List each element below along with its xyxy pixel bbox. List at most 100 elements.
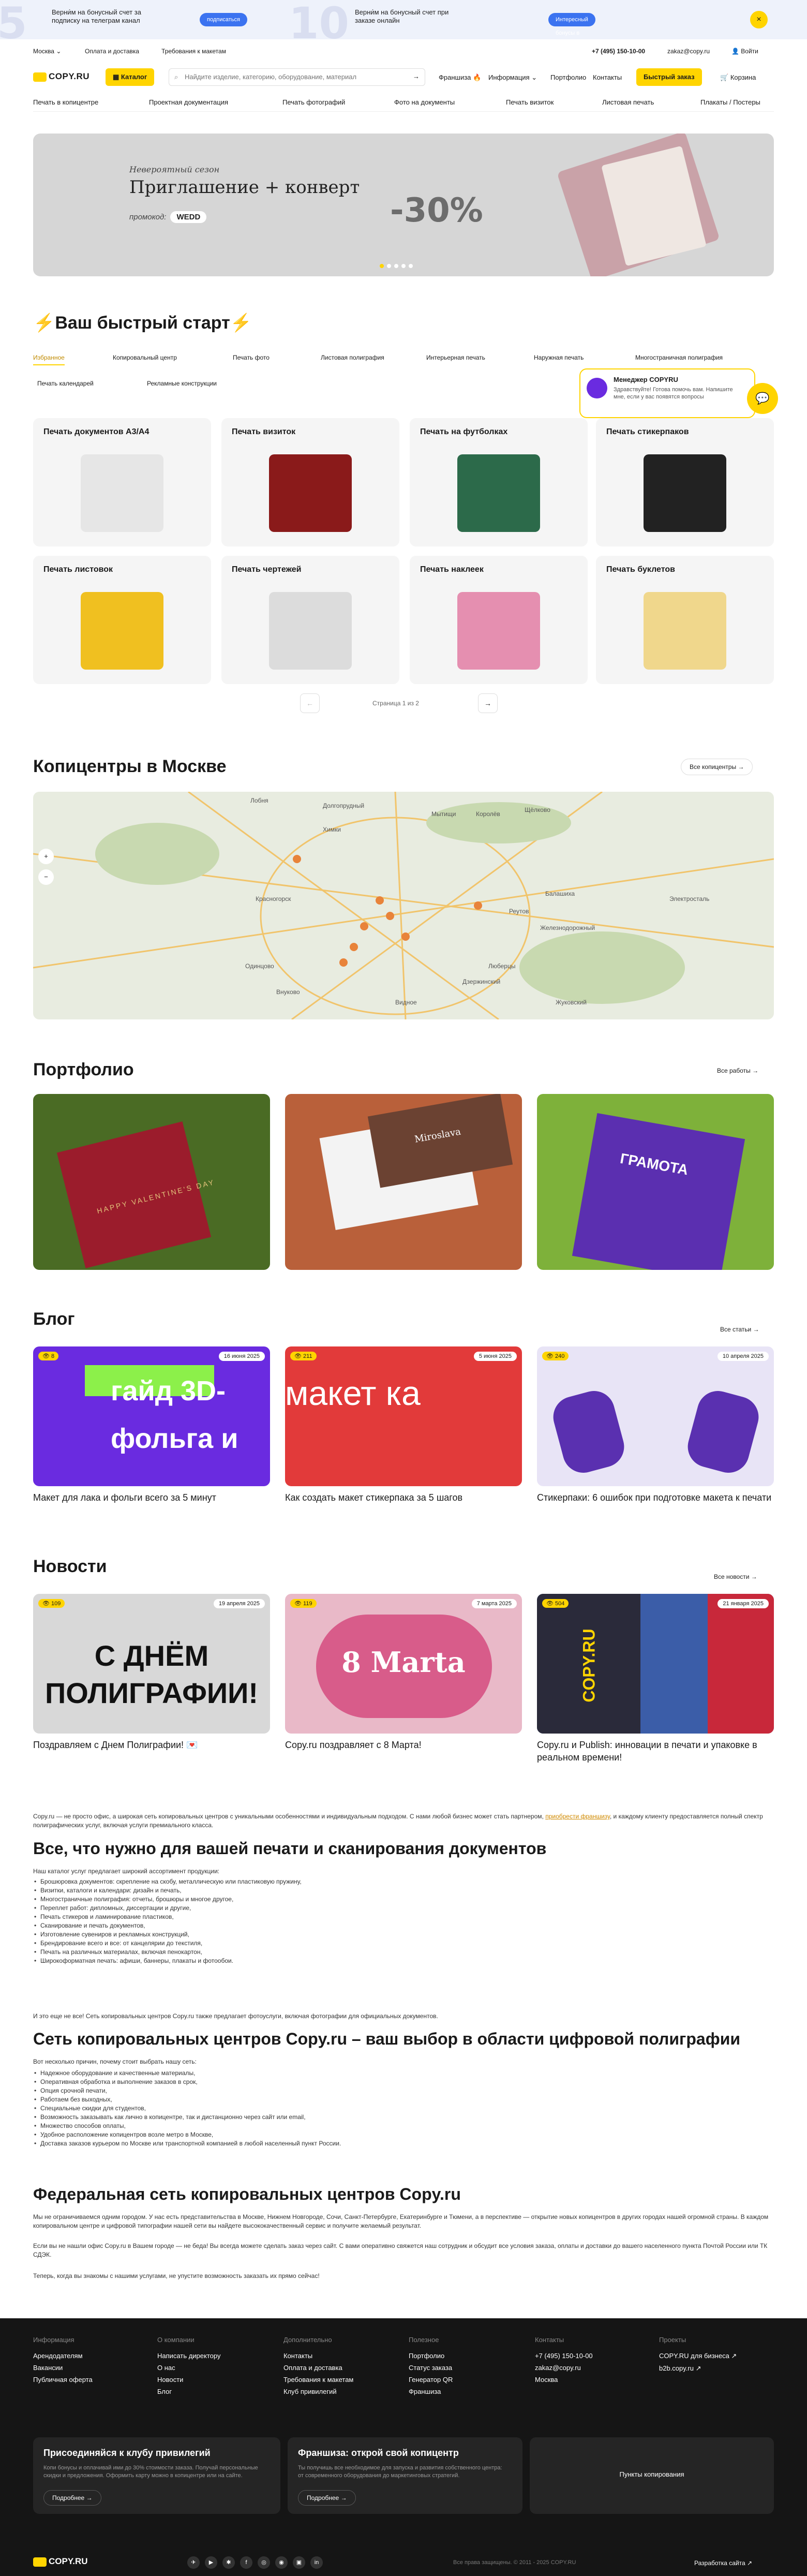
instagram-icon[interactable]: ◎ xyxy=(258,2556,270,2569)
footer-link[interactable]: Написать директору xyxy=(157,2352,220,2360)
service-link[interactable]: Проектная документация xyxy=(149,98,228,106)
vk-icon[interactable]: ▣ xyxy=(293,2556,305,2569)
close-icon[interactable]: × xyxy=(750,11,768,28)
footer-link[interactable]: Генератор QR xyxy=(409,2376,453,2383)
facebook-icon[interactable]: f xyxy=(240,2556,252,2569)
catalog-button[interactable]: ▦ Каталог xyxy=(106,68,155,86)
blog-card[interactable]: гайд 3D-фольга и 👁 8 16 июня 2025 Макет … xyxy=(33,1346,270,1504)
product-card[interactable]: Печать листовок xyxy=(33,556,211,684)
bonus-button[interactable]: Интересный бонусы в следующих заказах! xyxy=(548,13,595,36)
footer-link[interactable]: Оплата и доставка xyxy=(283,2364,353,2372)
tab-favorites[interactable]: Избранное xyxy=(33,354,65,365)
tab-photo[interactable]: Печать фото xyxy=(233,354,270,361)
info-menu[interactable]: Информация ⌄ xyxy=(488,73,537,82)
manager-chat-popup[interactable]: Менеджер COPYRU Здравствуйте! Готова пом… xyxy=(579,368,755,418)
arrow-right-icon[interactable]: → xyxy=(413,72,420,80)
footer-link[interactable]: Блог xyxy=(157,2388,220,2395)
tab-sheet[interactable]: Листовая полиграфия xyxy=(321,354,384,361)
footer-link[interactable]: b2b.copy.ru ↗ xyxy=(659,2364,737,2373)
list-item: Печать на различных материалах, включая … xyxy=(33,1948,774,1957)
footer-link[interactable]: Клуб привилегий xyxy=(283,2388,353,2395)
footer-link[interactable]: Контакты xyxy=(283,2352,353,2360)
youtube-icon[interactable]: ▶ xyxy=(205,2556,217,2569)
footer-link[interactable]: +7 (495) 150-10-00 xyxy=(535,2352,593,2360)
footer-link[interactable]: Новости xyxy=(157,2376,220,2383)
hero-banner[interactable]: Невероятный сезон Приглашение + конверт … xyxy=(33,134,774,276)
phone-link[interactable]: +7 (495) 150-10-00 xyxy=(592,48,645,55)
franchise-link[interactable]: Франшиза 🔥 xyxy=(439,73,481,82)
login-link[interactable]: 👤 Войти xyxy=(731,48,758,55)
footer-link[interactable]: Франшиза xyxy=(409,2388,453,2395)
blog-card[interactable]: макет ка 👁 211 5 июня 2025 Как создать м… xyxy=(285,1346,522,1504)
service-link[interactable]: Плакаты / Постеры xyxy=(700,98,760,106)
service-link[interactable]: Печать в копицентре xyxy=(33,98,98,106)
footer-link[interactable]: zakaz@copy.ru xyxy=(535,2364,593,2372)
chat-icon[interactable]: 💬 xyxy=(747,383,778,414)
footer-link[interactable]: Москва xyxy=(535,2376,593,2383)
all-works-link[interactable]: Все работы → xyxy=(717,1067,758,1074)
pinterest-icon[interactable]: ◉ xyxy=(275,2556,288,2569)
linkedin-icon[interactable]: in xyxy=(310,2556,323,2569)
map[interactable]: Долгопрудный Мытищи Королёв Щёлково Химк… xyxy=(33,792,774,1019)
tab-outdoor[interactable]: Наружная печать xyxy=(534,354,584,361)
product-card[interactable]: Печать стикерпаков xyxy=(596,418,774,546)
city-selector[interactable]: Москва ⌄ xyxy=(33,48,61,55)
portfolio-link[interactable]: Портфолио xyxy=(550,73,586,81)
telegram-icon[interactable]: ✈ xyxy=(187,2556,200,2569)
news-card[interactable]: С ДНЁМ ПОЛИГРАФИИ! 👁 109 19 апреля 2025 … xyxy=(33,1594,270,1751)
all-news-link[interactable]: Все новости → xyxy=(714,1573,757,1580)
tab-calendars[interactable]: Печать календарей xyxy=(37,380,94,387)
footer-link[interactable]: Требования к макетам xyxy=(283,2376,353,2383)
dzen-icon[interactable]: ✱ xyxy=(222,2556,235,2569)
product-card[interactable]: Печать на футболках xyxy=(410,418,588,546)
cart-link[interactable]: 🛒 Корзина xyxy=(720,73,756,82)
service-link[interactable]: Печать фотографий xyxy=(282,98,345,106)
footer-logo[interactable]: COPY.RU xyxy=(33,2556,88,2567)
next-page-button[interactable]: → xyxy=(478,693,498,713)
all-articles-link[interactable]: Все статьи → xyxy=(720,1326,759,1333)
zoom-in-button[interactable]: + xyxy=(38,849,54,864)
points-box[interactable]: Пункты копирования xyxy=(530,2437,774,2514)
portfolio-item[interactable]: Miroslava xyxy=(285,1094,522,1270)
carousel-dots[interactable] xyxy=(380,262,416,270)
portfolio-item[interactable]: HAPPY VALENTINE'S DAY xyxy=(33,1094,270,1270)
franchise-more-button[interactable]: Подробнее → xyxy=(298,2490,356,2506)
footer-link[interactable]: О нас xyxy=(157,2364,220,2372)
footer-link[interactable]: Арендодателям xyxy=(33,2352,93,2360)
product-card[interactable]: Печать наклеек xyxy=(410,556,588,684)
news-card[interactable]: 8 Marta 👁 119 7 марта 2025 Copy.ru поздр… xyxy=(285,1594,522,1751)
all-copycenters-button[interactable]: Все копицентры → xyxy=(681,759,753,775)
search-input[interactable] xyxy=(185,73,402,81)
prev-page-button[interactable]: ← xyxy=(300,693,320,713)
news-card[interactable]: COPY.RU 👁 504 21 января 2025 Copy.ru и P… xyxy=(537,1594,774,1764)
footer-link[interactable]: Статус заказа xyxy=(409,2364,453,2372)
footer-link[interactable]: Публичная оферта xyxy=(33,2376,93,2383)
map-label: Дзержинский xyxy=(462,978,501,985)
tab-constructions[interactable]: Рекламные конструкции xyxy=(147,380,217,387)
email-link[interactable]: zakaz@copy.ru xyxy=(667,48,710,55)
product-card[interactable]: Печать документов А3/А4 xyxy=(33,418,211,546)
service-link[interactable]: Фото на документы xyxy=(394,98,455,106)
club-more-button[interactable]: Подробнее → xyxy=(43,2490,101,2506)
franchise-inline-link[interactable]: приобрести франшизу xyxy=(545,1813,610,1820)
footer-link[interactable]: Вакансии xyxy=(33,2364,93,2372)
tab-interior[interactable]: Интерьерная печать xyxy=(426,354,485,361)
tab-copy-center[interactable]: Копировальный центр xyxy=(113,354,177,361)
footer-link[interactable]: Портфолио xyxy=(409,2352,453,2360)
requirements-link[interactable]: Требования к макетам xyxy=(161,48,226,55)
service-link[interactable]: Листовая печать xyxy=(602,98,654,106)
portfolio-item[interactable]: ГРАМОТА xyxy=(537,1094,774,1270)
contacts-link[interactable]: Контакты xyxy=(593,73,622,81)
quick-order-button[interactable]: Быстрый заказ xyxy=(636,68,702,86)
blog-card[interactable]: 👁 240 10 апреля 2025 Стикерпаки: 6 ошибо… xyxy=(537,1346,774,1504)
service-link[interactable]: Печать визиток xyxy=(506,98,554,106)
tab-multipage[interactable]: Многостраничная полиграфия xyxy=(635,354,723,361)
footer-link[interactable]: COPY.RU для бизнеса ↗ xyxy=(659,2352,737,2360)
payment-link[interactable]: Оплата и доставка xyxy=(85,48,139,55)
product-card[interactable]: Печать визиток xyxy=(221,418,399,546)
product-card[interactable]: Печать чертежей xyxy=(221,556,399,684)
developer-link[interactable]: Разработка сайта ↗ xyxy=(694,2559,752,2567)
zoom-out-button[interactable]: − xyxy=(38,869,54,885)
logo[interactable]: COPY.RU xyxy=(33,71,89,82)
product-card[interactable]: Печать буклетов xyxy=(596,556,774,684)
